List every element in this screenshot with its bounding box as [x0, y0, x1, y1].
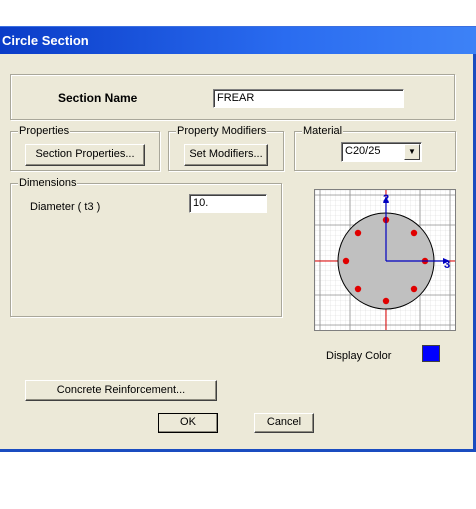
- display-color-swatch[interactable]: [422, 345, 440, 362]
- background-top: [0, 0, 476, 26]
- axis-2-label: 2: [383, 193, 389, 205]
- concrete-reinforcement-button[interactable]: Concrete Reinforcement...: [25, 380, 217, 401]
- set-modifiers-button[interactable]: Set Modifiers...: [184, 144, 268, 166]
- circle-section-dialog: Section Name FREAR Properties Section Pr…: [0, 54, 476, 452]
- axis-3-label: 3: [444, 259, 450, 271]
- section-name-input[interactable]: FREAR: [213, 89, 404, 108]
- material-group-label: Material: [302, 125, 344, 137]
- rebar-point: [354, 229, 362, 237]
- rebar-point: [342, 257, 350, 265]
- property-modifiers-group-label: Property Modifiers: [176, 125, 268, 137]
- properties-group-label: Properties: [18, 125, 71, 137]
- display-color-label: Display Color: [326, 350, 392, 362]
- rebar-point: [410, 285, 418, 293]
- chevron-down-icon[interactable]: ▼: [404, 144, 420, 160]
- diameter-value: 10.: [193, 197, 209, 209]
- rebar-point: [410, 229, 418, 237]
- section-name-label: Section Name: [58, 91, 138, 105]
- material-selected-value: C20/25: [345, 145, 381, 157]
- diameter-input[interactable]: 10.: [189, 194, 267, 213]
- diameter-label: Diameter ( t3 ): [30, 201, 101, 213]
- title-bar[interactable]: Circle Section: [0, 26, 476, 54]
- ok-button[interactable]: OK: [158, 413, 218, 433]
- rebar-point: [382, 297, 390, 305]
- background-bottom: [0, 452, 476, 509]
- section-name-value: FREAR: [217, 92, 255, 104]
- cancel-button[interactable]: Cancel: [254, 413, 314, 433]
- material-select[interactable]: C20/25 ▼: [341, 142, 422, 162]
- section-preview-canvas: 2 3: [315, 190, 455, 330]
- rebar-point: [354, 285, 362, 293]
- section-properties-button[interactable]: Section Properties...: [25, 144, 145, 166]
- section-preview: 2 3: [314, 189, 456, 331]
- window-title: Circle Section: [2, 33, 89, 48]
- dimensions-group-label: Dimensions: [18, 177, 78, 189]
